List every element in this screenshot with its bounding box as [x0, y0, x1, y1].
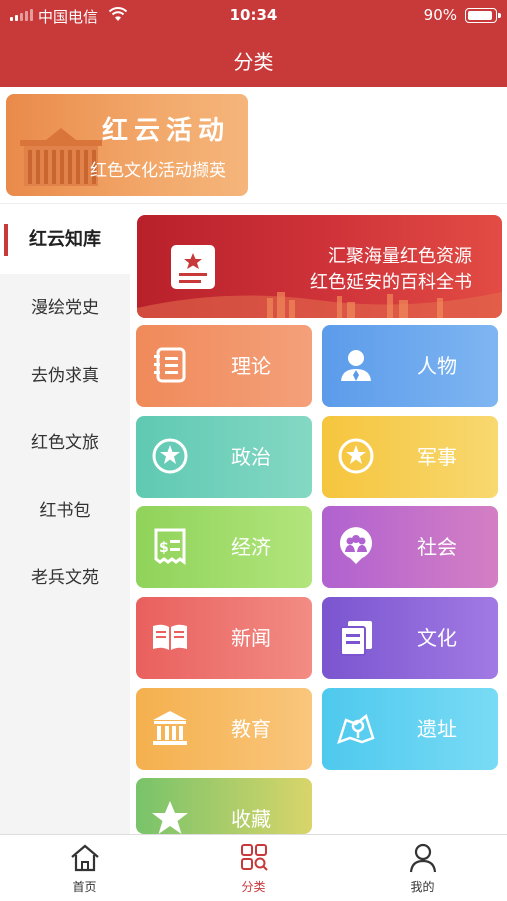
- category-tile-society[interactable]: 社会: [322, 506, 498, 588]
- star-badge-icon: [338, 438, 374, 474]
- category-tile-collection[interactable]: 收藏: [136, 778, 312, 834]
- notebook-icon: [154, 347, 186, 383]
- encyclopedia-banner-line1: 汇聚海量红色资源: [328, 246, 472, 267]
- category-tile-label: 新闻: [231, 626, 271, 650]
- category-tile-people[interactable]: 人物: [322, 325, 498, 407]
- open-book-icon: [153, 624, 187, 650]
- category-tile-label: 遗址: [417, 717, 457, 741]
- sidebar-item-hongse-wenlv[interactable]: 红色文旅: [0, 409, 130, 477]
- sidebar-item-quwei-qiuzhen[interactable]: 去伪求真: [0, 342, 130, 410]
- person-icon: [341, 350, 371, 381]
- category-tile-culture[interactable]: 文化: [322, 597, 498, 679]
- category-tile-label: 军事: [417, 445, 457, 469]
- tab-label: 首页: [72, 880, 97, 894]
- battery-icon: [465, 8, 501, 23]
- encyclopedia-banner-line2: 红色延安的百科全书: [310, 272, 472, 293]
- tab-label: 分类: [241, 880, 266, 894]
- tab-mine[interactable]: 我的: [338, 835, 507, 901]
- bottom-tab-bar: 首页 分类 我的: [0, 834, 507, 900]
- tab-home[interactable]: 首页: [0, 835, 169, 901]
- category-tile-theory[interactable]: 理论: [136, 325, 312, 407]
- sidebar-item-laobing-wenyuan[interactable]: 老兵文苑: [0, 544, 130, 612]
- tab-category[interactable]: 分类: [169, 835, 338, 901]
- documents-icon: [340, 621, 372, 656]
- category-tile-label: 社会: [417, 535, 457, 559]
- institution-icon: [153, 711, 187, 745]
- tab-label: 我的: [410, 880, 435, 894]
- activity-banner-subtitle: 红色文化活动撷英: [90, 161, 226, 181]
- category-tile-politics[interactable]: 政治: [136, 416, 312, 498]
- category-tile-economy[interactable]: $ 经济: [136, 506, 312, 588]
- map-icon: [337, 713, 375, 745]
- home-icon: [71, 844, 99, 872]
- page-title: 分类: [233, 50, 274, 74]
- category-tile-label: 人物: [417, 354, 457, 378]
- sidebar-item-manhui-dangshi[interactable]: 漫绘党史: [0, 274, 130, 342]
- activity-banner[interactable]: 红云活动 红色文化活动撷英: [6, 94, 248, 196]
- category-tile-sites[interactable]: 遗址: [322, 688, 498, 770]
- category-tile-military[interactable]: 军事: [322, 416, 498, 498]
- emblem-icon: [152, 438, 188, 474]
- category-grid-icon: [241, 844, 268, 871]
- star-icon: [152, 801, 188, 834]
- category-tile-label: 理论: [231, 354, 271, 378]
- category-tile-news[interactable]: 新闻: [136, 597, 312, 679]
- category-tile-label: 收藏: [231, 807, 271, 831]
- svg-text:$: $: [159, 540, 169, 556]
- category-tile-label: 教育: [231, 717, 271, 741]
- battery-percent: 90%: [423, 6, 457, 24]
- category-tile-education[interactable]: 教育: [136, 688, 312, 770]
- sidebar-item-hongyun-zhiku[interactable]: 红云知库: [0, 206, 130, 274]
- category-tile-label: 文化: [417, 626, 457, 650]
- receipt-icon: $: [154, 528, 186, 565]
- category-tile-label: 经济: [231, 535, 271, 559]
- status-bar: 中国电信 10:34 90%: [0, 0, 507, 34]
- encyclopedia-banner[interactable]: 汇聚海量红色资源 红色延安的百科全书: [137, 215, 502, 318]
- sidebar-item-hongshubao[interactable]: 红书包: [0, 477, 130, 545]
- user-icon: [409, 843, 437, 873]
- category-sidebar: 红云知库 漫绘党史 去伪求真 红色文旅 红书包 老兵文苑: [0, 206, 130, 834]
- people-group-icon: [340, 527, 372, 564]
- category-tile-label: 政治: [231, 445, 271, 469]
- nav-bar: 分类: [0, 34, 507, 87]
- activity-banner-title: 红云活动: [102, 116, 231, 146]
- section-divider: [0, 203, 507, 204]
